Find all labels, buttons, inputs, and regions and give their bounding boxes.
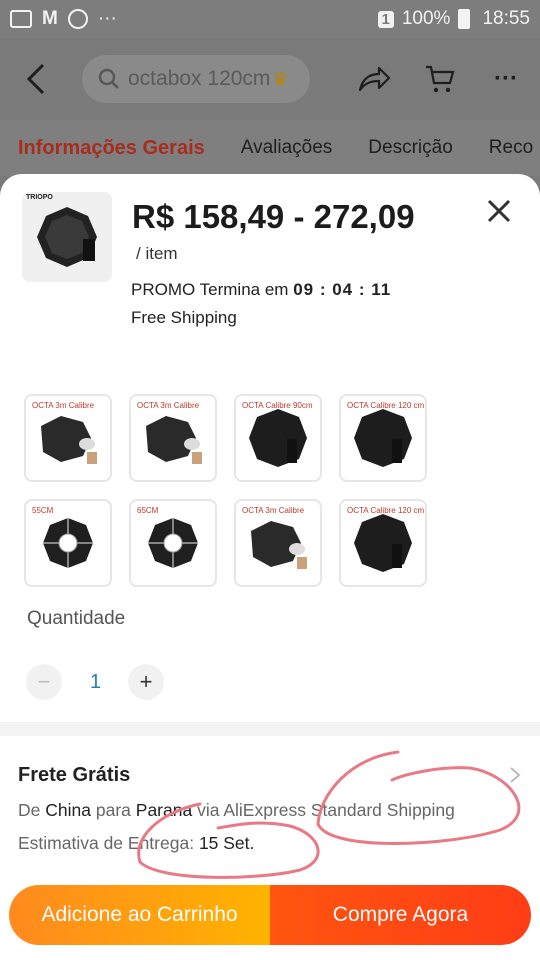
product-thumbnail[interactable]: TRIOPO	[22, 192, 112, 282]
tab-recomendacoes[interactable]: Reco	[489, 137, 533, 159]
search-query: octabox 120cm	[128, 67, 271, 90]
variant-option[interactable]: OCTA 3m Calibre	[129, 394, 217, 482]
crown-icon: ♛	[272, 68, 289, 89]
gmail-icon: M	[42, 8, 58, 29]
shipping-title[interactable]: Frete Grátis	[18, 764, 130, 787]
mail-icon	[10, 10, 32, 28]
variant-tag: OCTA 3m Calibre	[137, 401, 200, 410]
price-unit: / item	[136, 244, 178, 263]
increment-button[interactable]: +	[128, 664, 164, 700]
variant-tag: 65CM	[137, 506, 159, 515]
quantity-label: Quantidade	[27, 608, 126, 629]
variant-option[interactable]: OCTA Calibre 120 cm	[339, 394, 427, 482]
cart-icon[interactable]	[422, 61, 458, 97]
shipping-route[interactable]: De China para Parana via AliExpress Stan…	[18, 800, 455, 821]
add-to-cart-button[interactable]: Adicione ao Carrinho	[9, 885, 270, 945]
delivery-estimate: Estimativa de Entrega: 15 Set.	[18, 833, 254, 854]
origin-country: China	[45, 800, 91, 820]
more-options-icon[interactable]: ···	[488, 61, 524, 97]
variant-option[interactable]: OCTA 3m Calibre	[234, 499, 322, 587]
chevron-right-icon[interactable]	[508, 766, 522, 784]
search-bar[interactable]: octabox 120cm ♛	[82, 55, 310, 103]
action-buttons: Adicione ao Carrinho Compre Agora	[9, 885, 531, 945]
tab-informacoes-gerais[interactable]: Informações Gerais	[18, 137, 205, 160]
battery-percent: 100%	[401, 8, 451, 29]
tab-avaliacoes[interactable]: Avaliações	[241, 137, 333, 159]
variant-option[interactable]: 55CM	[24, 499, 112, 587]
back-arrow-icon[interactable]	[16, 59, 56, 99]
variant-tag: OCTA 3m Calibre	[32, 401, 95, 410]
clock: 18:55	[482, 8, 530, 29]
variant-grid: OCTA 3m Calibre OCTA 3m Calibre OCTA Cal…	[24, 394, 444, 587]
section-tabs: Informações Gerais Avaliações Descrição …	[0, 120, 540, 176]
price-range: R$ 158,49 - 272,09	[132, 198, 415, 235]
promo-timer: PROMO Termina em 09 : 04 : 11	[131, 280, 391, 300]
variant-tag: OCTA Calibre 90cm	[242, 401, 313, 410]
estimate-label: Estimativa de Entrega:	[18, 833, 195, 853]
section-divider	[0, 722, 540, 736]
quantity-stepper: − 1 +	[26, 664, 164, 700]
shipping-carrier: AliExpress Standard Shipping	[223, 800, 455, 820]
variant-option[interactable]: OCTA Calibre 120 cm	[339, 499, 427, 587]
variant-option[interactable]: 65CM	[129, 499, 217, 587]
from-label: De	[18, 800, 41, 820]
share-icon[interactable]	[356, 61, 392, 97]
thumbnail-brand: TRIOPO	[26, 194, 53, 201]
quantity-value[interactable]: 1	[90, 671, 101, 694]
to-label: para	[95, 800, 131, 820]
search-icon	[98, 68, 119, 89]
via-label: via	[197, 800, 220, 820]
variant-tag: OCTA 3m Calibre	[242, 506, 305, 515]
variant-tag: 55CM	[32, 506, 54, 515]
battery-icon	[458, 9, 471, 29]
estimate-date: 15 Set.	[198, 833, 255, 853]
variant-option[interactable]: OCTA Calibre 90cm	[234, 394, 322, 482]
destination-region: Parana	[135, 800, 193, 820]
tab-descricao[interactable]: Descrição	[368, 137, 452, 159]
decrement-button[interactable]: −	[26, 664, 62, 700]
status-bar: M ··· 1 100% 18:55	[0, 0, 540, 38]
sim-badge: 1	[377, 10, 394, 28]
top-nav: octabox 120cm ♛ ···	[0, 38, 540, 120]
buy-now-button[interactable]: Compre Agora	[270, 885, 531, 945]
variant-tag: OCTA Calibre 120 cm	[347, 506, 425, 515]
promo-label: PROMO Termina em	[131, 280, 289, 299]
sku-bottom-sheet: TRIOPO R$ 158,49 - 272,09 / item PROMO T…	[0, 174, 540, 960]
free-shipping-label: Free Shipping	[131, 308, 237, 327]
variant-tag: OCTA Calibre 120 cm	[347, 401, 425, 410]
variant-option[interactable]: OCTA 3m Calibre	[24, 394, 112, 482]
facebook-icon	[67, 9, 88, 29]
more-notifications-icon: ···	[97, 8, 117, 29]
promo-countdown: 09 : 04 : 11	[293, 280, 392, 299]
close-icon[interactable]	[484, 196, 514, 226]
